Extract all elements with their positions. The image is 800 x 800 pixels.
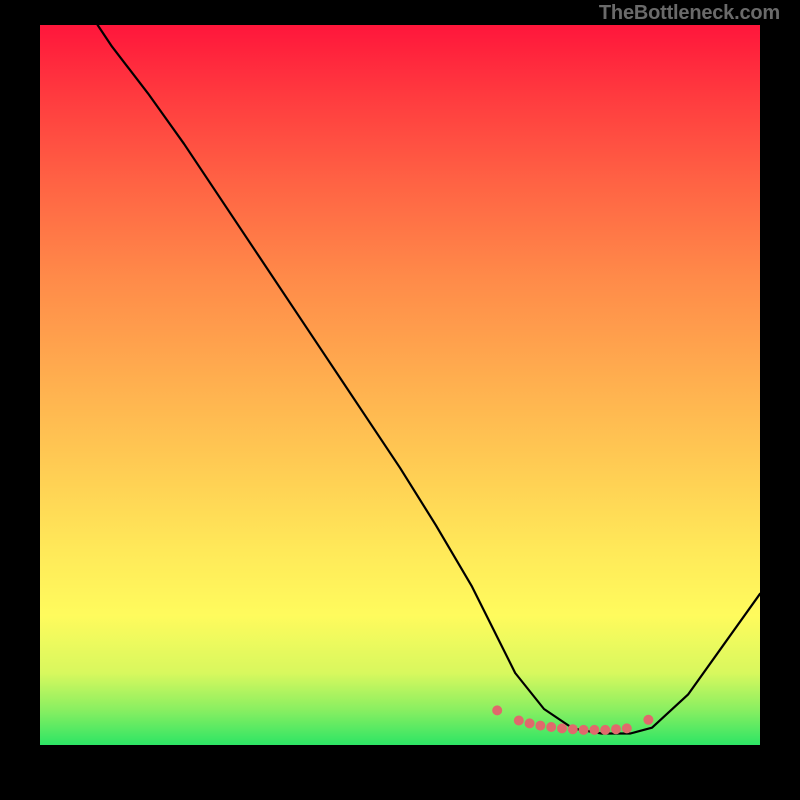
chart-frame: TheBottleneck.com <box>0 0 800 800</box>
plot-area <box>40 25 760 745</box>
watermark-text: TheBottleneck.com <box>599 2 780 25</box>
background-gradient <box>40 25 760 745</box>
